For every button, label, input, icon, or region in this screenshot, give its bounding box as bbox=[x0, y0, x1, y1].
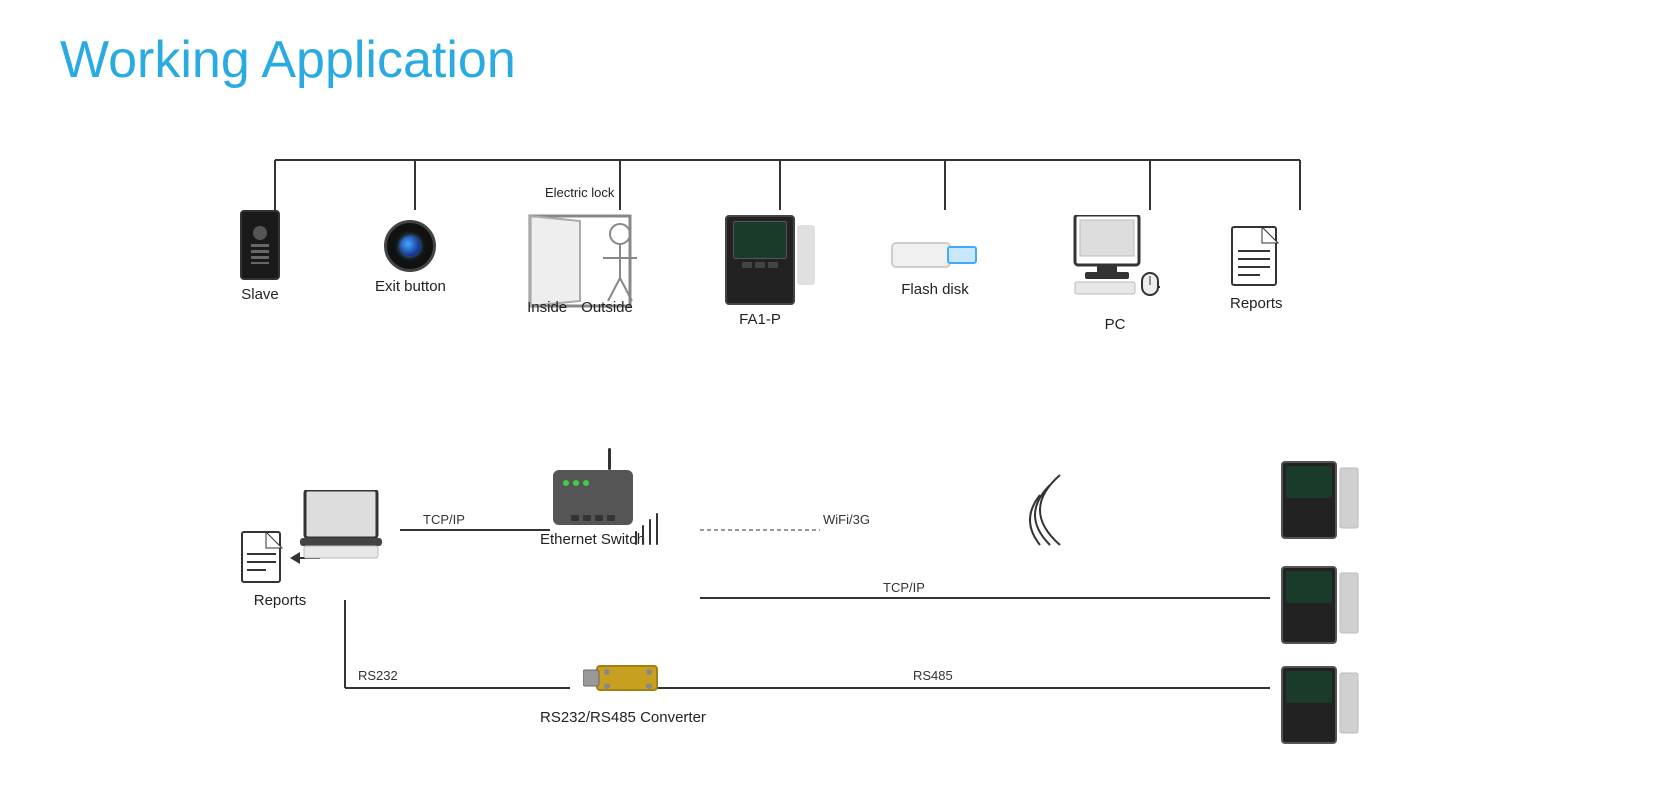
fa1p-btn-3 bbox=[768, 262, 778, 268]
fa1p-btn-1 bbox=[742, 262, 752, 268]
inside-label: Inside bbox=[527, 299, 567, 316]
pc-wrapper bbox=[1070, 215, 1160, 310]
fa1p-side-panel bbox=[797, 225, 815, 285]
router-lights bbox=[563, 480, 589, 486]
top-reports-label: Reports bbox=[1230, 295, 1283, 312]
router-port-3 bbox=[595, 515, 603, 521]
device-bot-item bbox=[1280, 665, 1360, 745]
top-diagram: Slave Exit button Electric lock Inside O… bbox=[180, 130, 1480, 440]
tcp-ip-1-label: TCP/IP bbox=[420, 512, 468, 527]
router-port-2 bbox=[583, 515, 591, 521]
fa1p-icon bbox=[725, 215, 795, 305]
wifi-waves-big bbox=[1000, 470, 1080, 550]
big-wifi-arc bbox=[1000, 470, 1080, 550]
flash-disk-item: Flash disk bbox=[890, 235, 980, 298]
fa1p-item: FA1-P bbox=[725, 215, 795, 328]
laptop-item bbox=[300, 490, 390, 560]
pc-item: PC bbox=[1070, 215, 1160, 333]
ethernet-switch-label: Ethernet Switch bbox=[540, 531, 645, 548]
tcp-ip-2-label: TCP/IP bbox=[880, 580, 928, 595]
flash-disk-label: Flash disk bbox=[901, 281, 969, 298]
wave-1 bbox=[635, 531, 637, 545]
exit-button-label: Exit button bbox=[375, 278, 446, 295]
router-led-2 bbox=[573, 480, 579, 486]
converter-label: RS232/RS485 Converter bbox=[540, 709, 706, 726]
device-top-icon bbox=[1280, 460, 1360, 540]
pc-icon bbox=[1070, 215, 1160, 305]
wave-2 bbox=[642, 525, 644, 545]
converter-wrapper bbox=[583, 658, 663, 703]
fa1p-device-wrapper bbox=[725, 215, 795, 305]
top-reports-item: Reports bbox=[1230, 225, 1283, 312]
exit-button-icon bbox=[384, 220, 436, 272]
exit-button-item: Exit button bbox=[375, 220, 446, 295]
router-antenna bbox=[608, 448, 611, 470]
page-title: Working Application bbox=[60, 30, 516, 90]
door-labels: Inside Outside bbox=[527, 299, 633, 316]
wave-4 bbox=[656, 513, 658, 545]
fa1p-label: FA1-P bbox=[739, 311, 781, 328]
bottom-diagram: Reports TCP/IP bbox=[180, 430, 1480, 790]
device-mid-icon bbox=[1280, 565, 1360, 645]
device-mid-item bbox=[1280, 565, 1360, 645]
device-top-item bbox=[1280, 460, 1360, 540]
router-icon bbox=[553, 470, 633, 525]
router-port-1 bbox=[571, 515, 579, 521]
converter-item: RS232/RS485 Converter bbox=[540, 658, 706, 726]
door-item: Electric lock Inside Outside bbox=[490, 185, 670, 316]
pc-label: PC bbox=[1105, 316, 1126, 333]
slave-item: Slave bbox=[240, 210, 280, 303]
router-led-3 bbox=[583, 480, 589, 486]
wifi-waves-right bbox=[635, 513, 658, 545]
laptop-icon bbox=[300, 490, 390, 560]
router-port-4 bbox=[607, 515, 615, 521]
electric-lock-label: Electric lock bbox=[545, 185, 614, 200]
wifi-3g-label: WiFi/3G bbox=[820, 512, 873, 527]
router-ports bbox=[571, 515, 615, 521]
converter-icon bbox=[583, 658, 663, 698]
router-led-1 bbox=[563, 480, 569, 486]
slave-icon bbox=[240, 210, 280, 280]
fa1p-btn-2 bbox=[755, 262, 765, 268]
router-item: Ethernet Switch bbox=[540, 470, 645, 548]
rs485-label: RS485 bbox=[910, 668, 956, 683]
top-reports-icon bbox=[1230, 225, 1282, 289]
device-bot-icon bbox=[1280, 665, 1360, 745]
outside-label: Outside bbox=[581, 299, 633, 316]
flash-disk-icon bbox=[890, 235, 980, 275]
fa1p-buttons bbox=[742, 262, 778, 268]
slave-label: Slave bbox=[241, 286, 279, 303]
wave-3 bbox=[649, 519, 651, 545]
bottom-reports-label: Reports bbox=[254, 592, 307, 609]
rs232-label: RS232 bbox=[355, 668, 401, 683]
fa1p-screen bbox=[733, 221, 787, 259]
bottom-reports-icon bbox=[240, 530, 284, 586]
